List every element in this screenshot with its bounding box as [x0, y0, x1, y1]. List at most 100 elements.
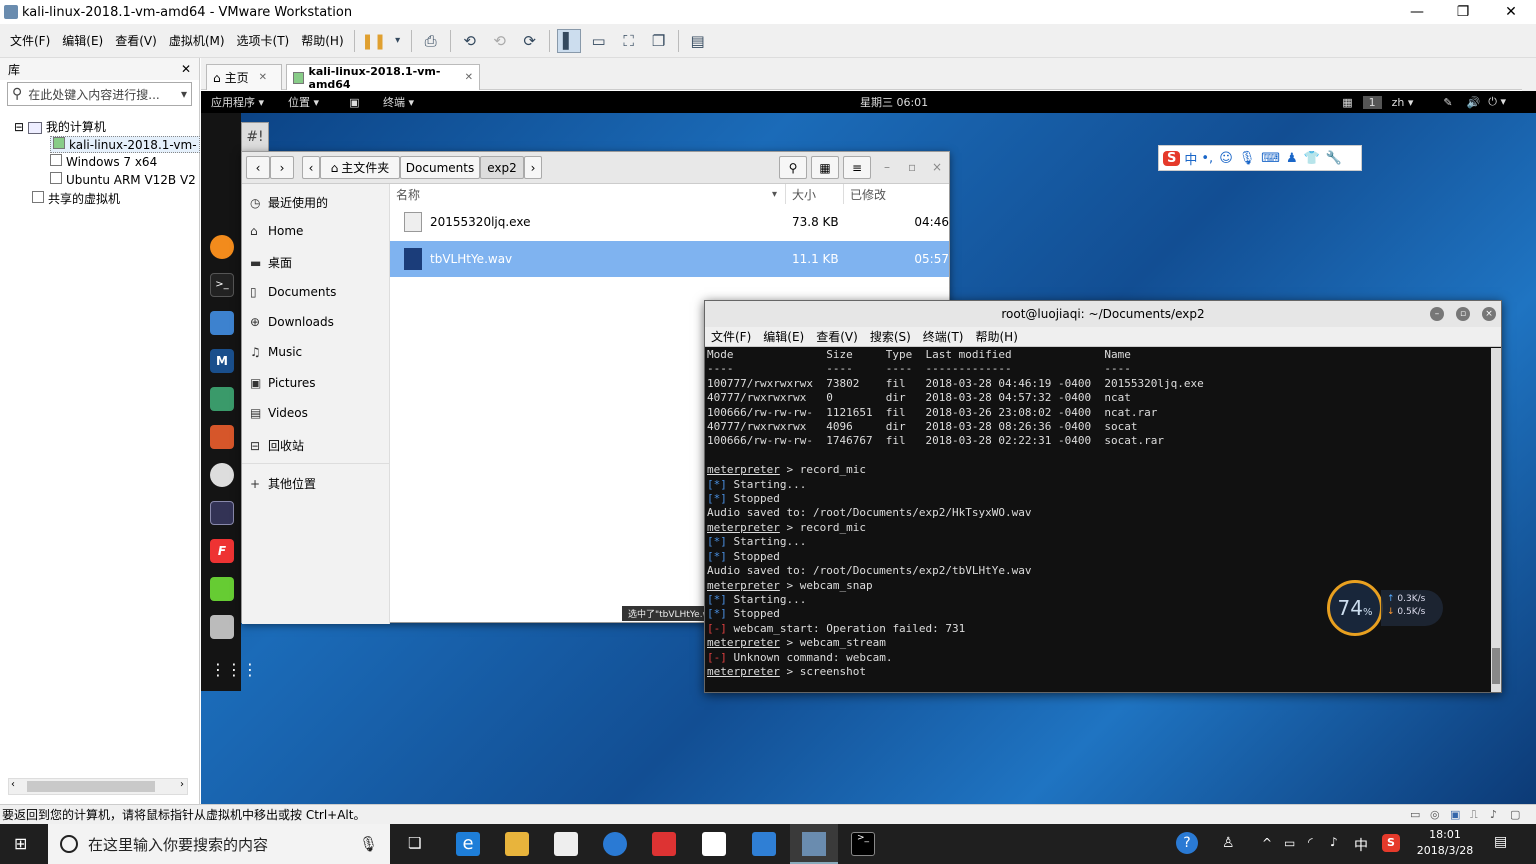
- file-row-selected[interactable]: tbVLHtYe.wav 11.1 KB 05:57: [390, 241, 949, 277]
- show-apps-icon[interactable]: ⋮⋮⋮: [210, 659, 258, 683]
- sidebar-item-home[interactable]: ⌂ Home: [250, 224, 303, 238]
- taskbar-search-box[interactable]: 在这里输入你要搜索的内容 🎙: [48, 824, 390, 864]
- terminal-close-button[interactable]: ×: [1482, 307, 1496, 321]
- device-sound-icon[interactable]: ♪: [1490, 808, 1497, 821]
- input-method-indicator[interactable]: 中: [1354, 835, 1368, 855]
- maltego-icon[interactable]: [210, 463, 234, 487]
- show-library-icon[interactable]: ▌: [556, 28, 581, 53]
- gnome-terminal-menu[interactable]: ▣ 终端 ▾: [329, 94, 434, 110]
- menu-view[interactable]: 查看(V): [109, 32, 163, 49]
- gnome-places-menu[interactable]: 位置 ▾: [278, 94, 329, 110]
- terminal-menu-help[interactable]: 帮助(H): [970, 328, 1024, 345]
- forward-button[interactable]: ›: [270, 156, 294, 179]
- help-icon[interactable]: ?: [1176, 832, 1198, 854]
- ime-toolbar[interactable]: S 中 •, ☺ 🎙 ⌨ ♟ 👕 🔧: [1158, 145, 1362, 171]
- burpsuite-icon[interactable]: [210, 425, 234, 449]
- terminal-maximize-button[interactable]: ▫: [1456, 307, 1470, 321]
- tab-close-button[interactable]: ✕: [465, 72, 473, 83]
- tree-vm-ubuntu[interactable]: Ubuntu ARM V12B V2: [50, 172, 196, 187]
- tree-vm-win7[interactable]: Windows 7 x64: [50, 154, 157, 169]
- file-explorer-icon[interactable]: [505, 832, 529, 856]
- tab-home[interactable]: ⌂ 主页 ✕: [206, 64, 282, 90]
- breadcrumb-documents[interactable]: Documents: [400, 156, 480, 179]
- thumbnail-bar-icon[interactable]: ▭: [587, 29, 611, 53]
- pen-icon[interactable]: ✎: [1433, 96, 1462, 109]
- tree-vm-kali[interactable]: kali-linux-2018.1-vm-: [50, 136, 200, 153]
- wifi-icon[interactable]: ◜: [1308, 835, 1313, 849]
- mail-icon[interactable]: [702, 832, 726, 856]
- terminal-scrollbar[interactable]: [1491, 348, 1501, 692]
- close-button[interactable]: ✕: [1488, 0, 1534, 24]
- menu-edit[interactable]: 编辑(E): [56, 32, 109, 49]
- sidebar-item-pictures[interactable]: ▣ Pictures: [250, 376, 316, 390]
- volume-icon[interactable]: 🔊: [1463, 96, 1485, 109]
- maximize-button[interactable]: ❐: [1440, 0, 1486, 24]
- path-left-button[interactable]: ‹: [302, 156, 320, 179]
- library-horizontal-scrollbar[interactable]: ‹ ›: [8, 778, 188, 795]
- tree-my-computer[interactable]: ⊟ 我的计算机: [14, 118, 106, 135]
- tab-close-button[interactable]: ✕: [259, 72, 267, 83]
- files-minimize-button[interactable]: –: [884, 160, 890, 174]
- sidebar-item-documents[interactable]: ▯ Documents: [250, 285, 336, 299]
- metasploit-icon[interactable]: M: [210, 349, 234, 373]
- revert-snapshot-icon[interactable]: ⟲: [488, 29, 512, 53]
- view-toggle-button[interactable]: ▦: [811, 156, 839, 179]
- menu-button[interactable]: ≡: [843, 156, 871, 179]
- battery-icon[interactable]: ▭: [1284, 836, 1295, 850]
- sidebar-item-trash[interactable]: ⊟ 回收站: [250, 437, 304, 454]
- gnome-clock[interactable]: 星期三 06:01: [850, 94, 938, 110]
- tray-chevron-up-icon[interactable]: ^: [1262, 836, 1272, 850]
- terminal-menu-view[interactable]: 查看(V): [810, 328, 864, 345]
- sidebar-item-videos[interactable]: ▤ Videos: [250, 406, 308, 420]
- minimize-button[interactable]: —: [1394, 0, 1440, 24]
- desktop-script-icon[interactable]: #!: [241, 122, 269, 152]
- keyboard-icon[interactable]: ⌨: [1261, 151, 1280, 166]
- cmd-icon[interactable]: >_: [851, 832, 875, 856]
- breadcrumb-home[interactable]: ⌂ 主文件夹: [320, 156, 400, 179]
- device-usb-icon[interactable]: ⎍: [1470, 808, 1478, 822]
- device-network-icon[interactable]: ▣: [1450, 808, 1460, 821]
- snapshot-icon[interactable]: ⟲: [458, 29, 482, 53]
- path-right-button[interactable]: ›: [524, 156, 542, 179]
- task-view-icon[interactable]: ❏: [408, 834, 421, 852]
- terminal-output[interactable]: Mode Size Type Last modified Name ---- --…: [707, 348, 1487, 688]
- file-row[interactable]: 20155320ljq.exe 73.8 KB 04:46: [390, 204, 949, 240]
- send-ctrl-alt-del-icon[interactable]: ⎙: [419, 29, 443, 53]
- menu-file[interactable]: 文件(F): [4, 32, 56, 49]
- scroll-thumb[interactable]: [27, 781, 155, 792]
- chevron-right-icon[interactable]: ›: [180, 779, 184, 790]
- vmware-taskbar-item[interactable]: [790, 824, 838, 864]
- back-button[interactable]: ‹: [246, 156, 270, 179]
- chevron-down-icon[interactable]: ▾: [181, 87, 187, 101]
- punctuation-icon[interactable]: •,: [1201, 151, 1213, 166]
- action-center-icon[interactable]: ▤: [1494, 834, 1507, 850]
- terminal-menu-edit[interactable]: 编辑(E): [757, 328, 810, 345]
- network-tool-icon[interactable]: [652, 832, 676, 856]
- power-icon[interactable]: ⏻ ▾: [1484, 95, 1510, 109]
- sidebar-item-downloads[interactable]: ⊕ Downloads: [250, 315, 334, 329]
- search-button[interactable]: ⚲: [779, 156, 807, 179]
- library-close-button[interactable]: ✕: [181, 62, 191, 76]
- breadcrumb-exp2[interactable]: exp2: [480, 156, 524, 179]
- tab-kali[interactable]: kali-linux-2018.1-vm-amd64 ✕: [286, 64, 480, 91]
- device-cd-icon[interactable]: ◎: [1430, 808, 1440, 821]
- edge-icon[interactable]: e: [456, 832, 480, 856]
- console-view-icon[interactable]: ▤: [686, 29, 710, 53]
- sidebar-item-desktop[interactable]: ▬ 桌面: [250, 254, 292, 271]
- device-hdd-icon[interactable]: ▭: [1410, 808, 1420, 821]
- files-close-button[interactable]: ×: [932, 160, 942, 174]
- windows-start-icon[interactable]: ⊞: [14, 834, 27, 853]
- tools-icon[interactable]: 🔧: [1326, 151, 1342, 166]
- sidebar-item-music[interactable]: ♫ Music: [250, 345, 302, 359]
- pause-icon[interactable]: ❚❚: [361, 29, 386, 53]
- gnome-applications-menu[interactable]: 应用程序 ▾: [201, 94, 274, 110]
- scroll-thumb[interactable]: [1492, 648, 1500, 684]
- user-icon[interactable]: ♟: [1286, 151, 1298, 166]
- terminal-icon[interactable]: >_: [210, 273, 234, 297]
- power-dropdown-icon[interactable]: ▾: [392, 29, 404, 53]
- people-icon[interactable]: ♙: [1222, 835, 1235, 851]
- files-maximize-button[interactable]: ▫: [908, 160, 916, 174]
- firefox-icon[interactable]: [210, 235, 234, 259]
- terminal-minimize-button[interactable]: –: [1430, 307, 1444, 321]
- sidebar-item-recent[interactable]: ◷ 最近使用的: [250, 194, 328, 211]
